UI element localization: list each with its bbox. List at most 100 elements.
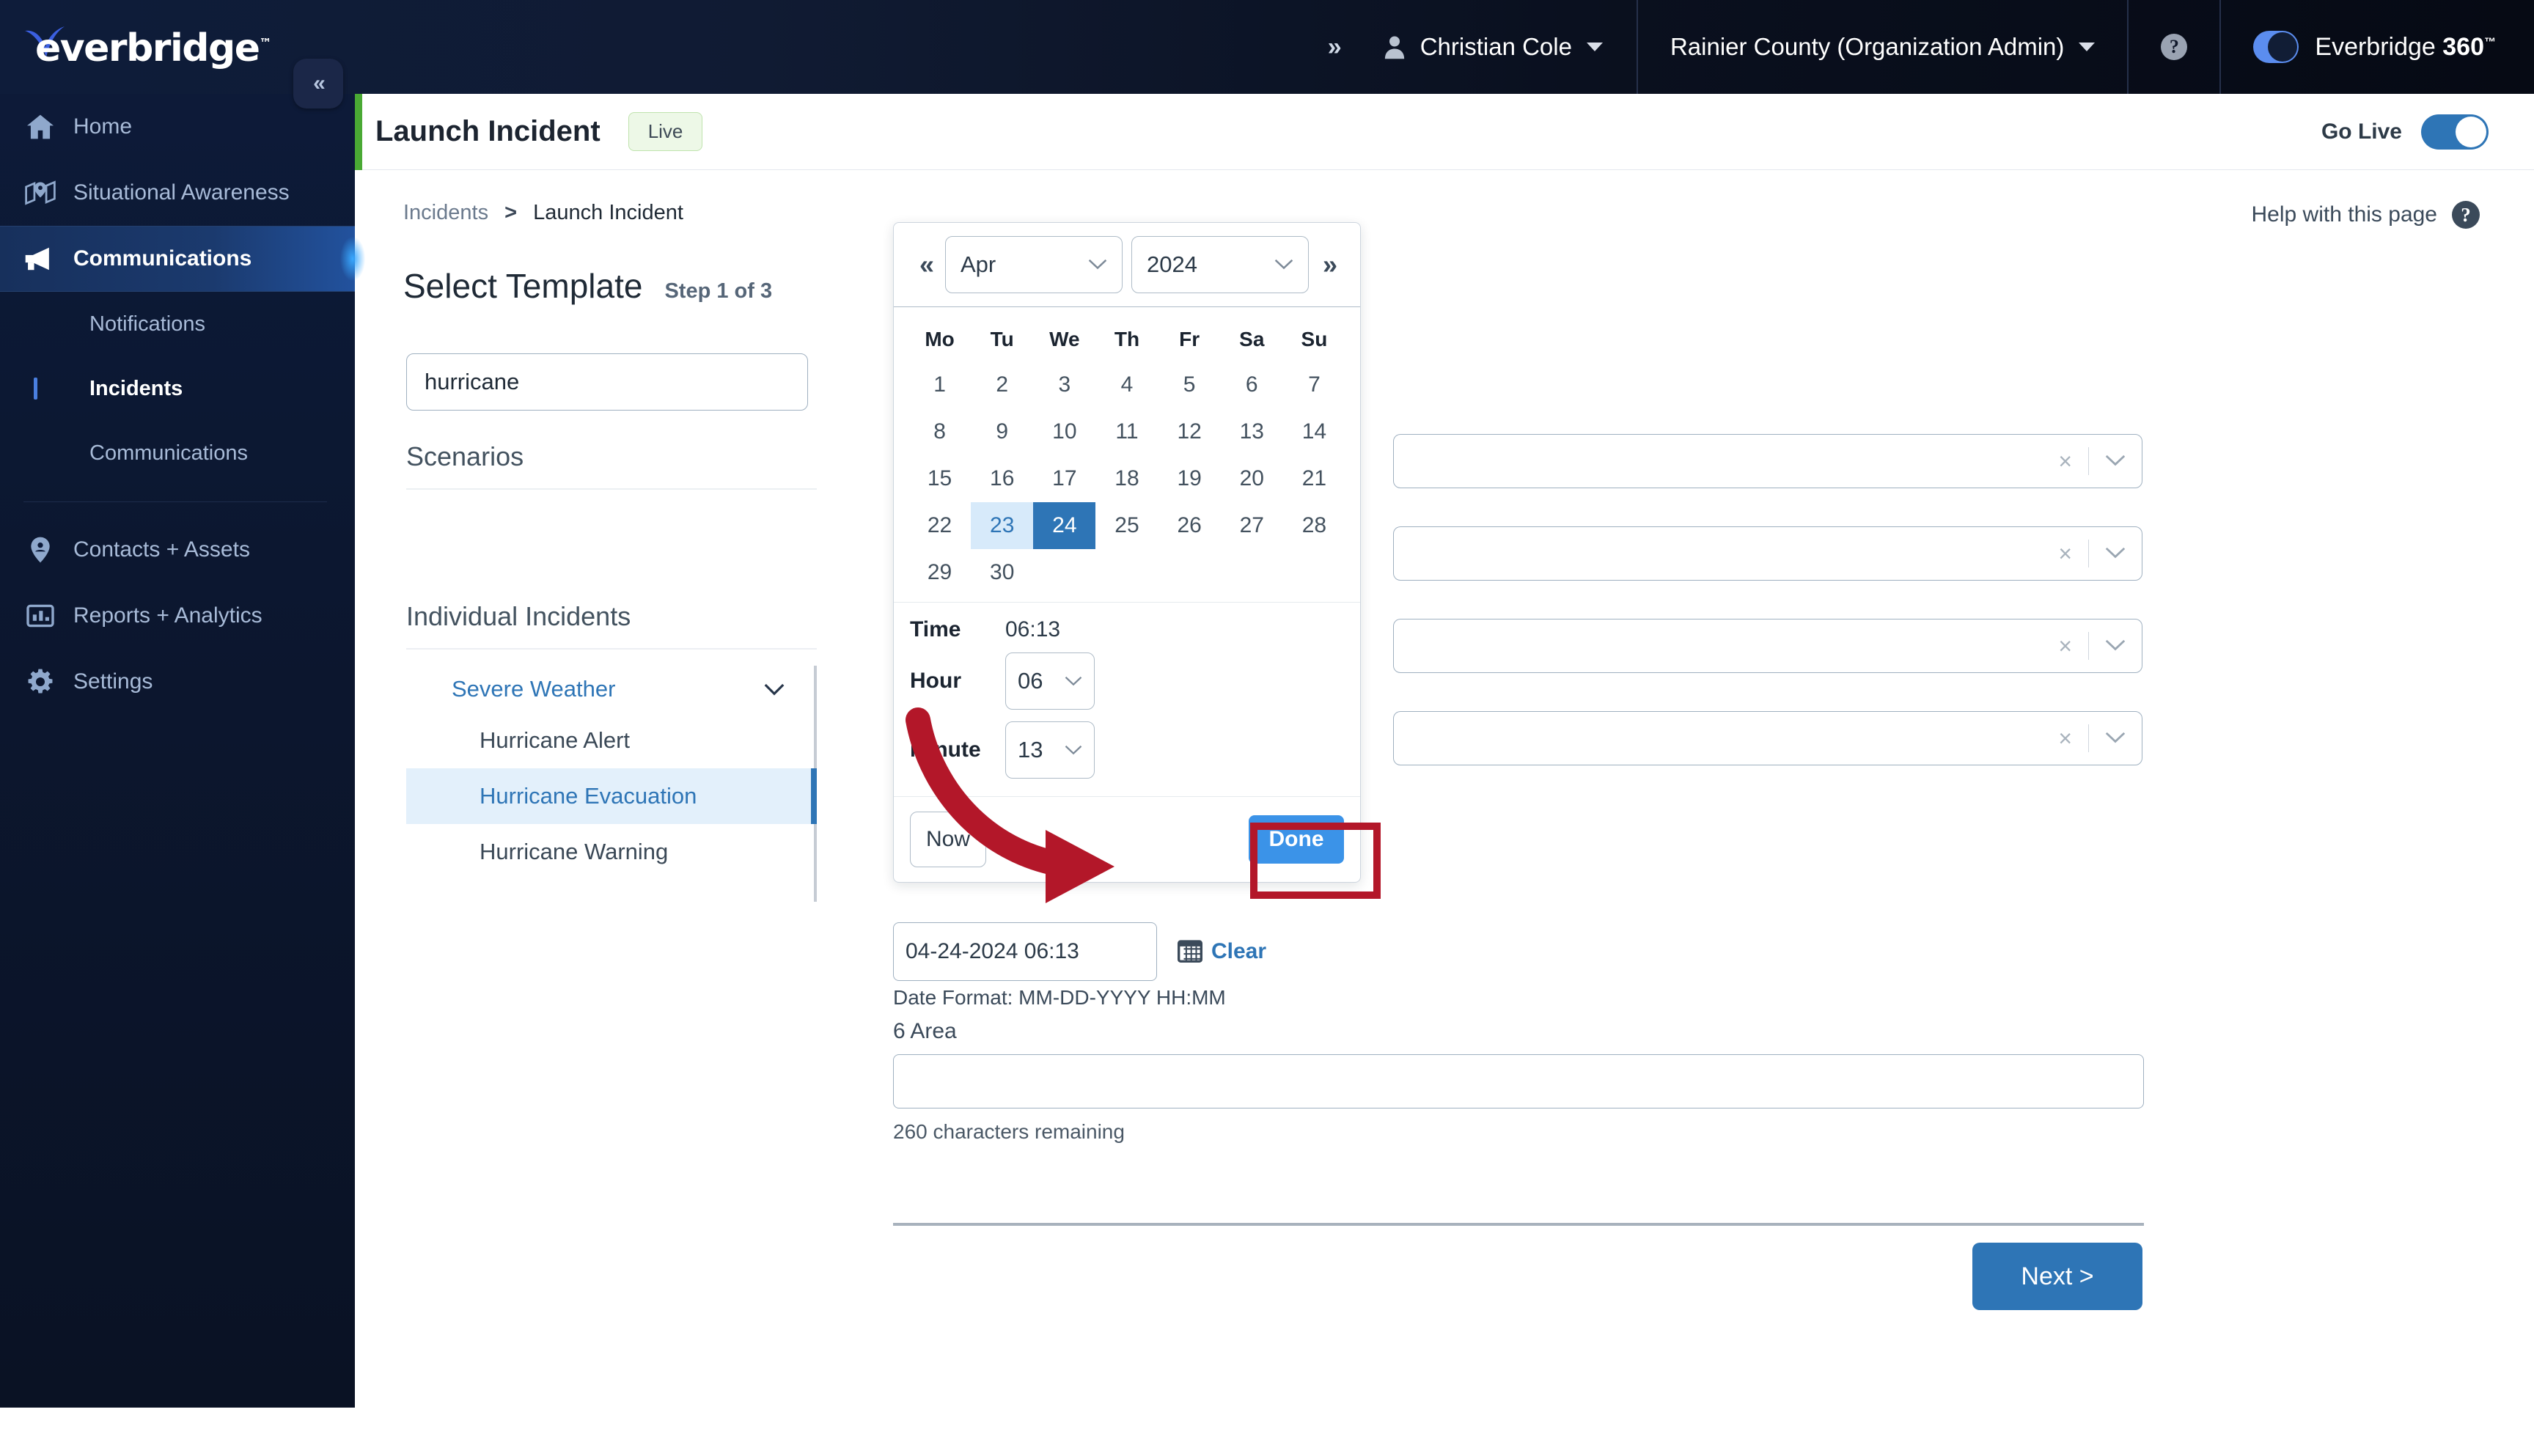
user-name: Christian Cole	[1420, 33, 1572, 60]
sidebar-item-situational-awareness[interactable]: Situational Awareness	[0, 160, 355, 226]
month-select[interactable]: Apr	[945, 236, 1123, 293]
form-select-3[interactable]: ×	[1393, 619, 2142, 673]
calendar-day[interactable]: 29	[908, 549, 971, 596]
done-button[interactable]: Done	[1249, 815, 1344, 864]
everbridge-360-toggle[interactable]: Everbridge 360™	[2221, 31, 2534, 63]
calendar-day[interactable]: 1	[908, 361, 971, 408]
calendar-day[interactable]: 25	[1095, 502, 1158, 549]
next-button[interactable]: Next >	[1972, 1243, 2142, 1310]
scenarios-heading: Scenarios	[406, 441, 524, 471]
close-x-icon[interactable]: ×	[2058, 542, 2072, 565]
datetime-input[interactable]	[893, 922, 1157, 981]
template-panel: Scenarios Individual Incidents Severe We…	[406, 353, 817, 902]
minute-select[interactable]: 13	[1005, 721, 1095, 779]
sidebar-item-notifications[interactable]: Notifications	[0, 292, 355, 356]
calendar-day[interactable]: 18	[1095, 455, 1158, 502]
sidebar-item-label: Settings	[73, 669, 153, 694]
weekday-header: Su	[1301, 328, 1328, 350]
calendar-day[interactable]: 3	[1033, 361, 1095, 408]
calendar-week-row: 15 16 17 18 19 20 21	[908, 455, 1345, 502]
calendar-day[interactable]: 27	[1221, 502, 1283, 549]
calendar-day[interactable]: 19	[1158, 455, 1221, 502]
template-search-input[interactable]	[406, 353, 808, 411]
year-value: 2024	[1147, 251, 1197, 277]
form-select-2[interactable]: ×	[1393, 526, 2142, 581]
sidebar-item-communications[interactable]: Communications	[0, 226, 355, 292]
time-label: Time	[910, 617, 961, 641]
form-select-4[interactable]: ×	[1393, 711, 2142, 765]
calendar-day[interactable]: 15	[908, 455, 971, 502]
calendar-day-selected[interactable]: 24	[1033, 502, 1096, 549]
calendar-day[interactable]: 5	[1158, 361, 1221, 408]
section-title: Select Template	[403, 267, 643, 305]
calendar-day-today[interactable]: 23	[971, 502, 1034, 549]
divider	[2088, 540, 2089, 567]
calendar-day[interactable]: 9	[971, 408, 1033, 455]
breadcrumb-incidents[interactable]: Incidents	[403, 201, 488, 224]
list-item[interactable]: Hurricane Warning	[406, 824, 817, 880]
calendar-day[interactable]: 22	[908, 502, 971, 549]
calendar-day[interactable]: 4	[1095, 361, 1158, 408]
toggle-on-icon	[2421, 114, 2489, 150]
user-menu[interactable]: Christian Cole	[1384, 33, 1637, 61]
chevron-double-left-icon[interactable]: «	[910, 249, 941, 280]
calendar-day[interactable]: 2	[971, 361, 1033, 408]
calendar-day[interactable]: 10	[1033, 408, 1095, 455]
calendar-day[interactable]: 14	[1283, 408, 1345, 455]
close-x-icon[interactable]: ×	[2058, 449, 2072, 473]
sidebar-item-incidents[interactable]: Incidents	[0, 356, 355, 421]
product-label-bold: 360	[2442, 32, 2484, 61]
clear-datetime-button[interactable]: Clear	[1178, 938, 1266, 966]
datetime-picker-popup: « Apr 2024 » Mo Tu We Th Fr Sa Su 1 2 3 …	[893, 222, 1361, 883]
org-selector[interactable]: Rainier County (Organization Admin)	[1638, 33, 2127, 61]
help-with-this-page-link[interactable]: Help with this page ?	[2252, 201, 2480, 229]
weekday-header: Fr	[1179, 328, 1200, 350]
template-group-severe-weather[interactable]: Severe Weather	[406, 666, 817, 713]
year-select[interactable]: 2024	[1131, 236, 1309, 293]
calendar-day[interactable]: 26	[1158, 502, 1221, 549]
divider	[893, 1223, 2144, 1226]
logo-wordmark: everbridge	[35, 26, 260, 70]
sidebar-item-reports-analytics[interactable]: Reports + Analytics	[0, 583, 355, 649]
close-x-icon[interactable]: ×	[2058, 727, 2072, 750]
close-x-icon[interactable]: ×	[2058, 634, 2072, 658]
everbridge-logo[interactable]: everbridge™	[23, 15, 271, 67]
top-bar: everbridge™ » Christian Cole Rainier Cou…	[0, 0, 2534, 94]
calendar-day[interactable]: 12	[1158, 408, 1221, 455]
area-input[interactable]	[893, 1054, 2144, 1108]
sidebar-subitem-label: Notifications	[89, 312, 205, 336]
form-select-1[interactable]: ×	[1393, 434, 2142, 488]
calendar-day[interactable]: 28	[1283, 502, 1345, 549]
sidebar-item-contacts-assets[interactable]: Contacts + Assets	[0, 517, 355, 583]
sidebar-item-settings[interactable]: Settings	[0, 649, 355, 715]
calendar-day[interactable]: 21	[1283, 455, 1345, 502]
calendar-day[interactable]: 17	[1033, 455, 1095, 502]
help-button[interactable]: ?	[2129, 34, 2219, 60]
calendar-day[interactable]: 20	[1221, 455, 1283, 502]
calendar-day[interactable]: 30	[971, 549, 1033, 596]
section-header: Select Template Step 1 of 3	[403, 266, 2534, 306]
sidebar-collapse-button[interactable]: «	[293, 59, 343, 109]
calendar-day[interactable]: 7	[1283, 361, 1345, 408]
calendar-day[interactable]: 13	[1221, 408, 1283, 455]
list-item[interactable]: Hurricane Evacuation	[406, 768, 817, 824]
hour-label: Hour	[910, 669, 961, 693]
chevron-double-right-icon[interactable]: »	[1328, 33, 1342, 62]
chevron-down-icon	[2105, 729, 2126, 747]
hour-select[interactable]: 06	[1005, 652, 1095, 710]
calendar-day	[1221, 549, 1283, 596]
calendar-day[interactable]: 16	[971, 455, 1033, 502]
sidebar-item-communications-sub[interactable]: Communications	[0, 421, 355, 485]
calendar-day[interactable]: 6	[1221, 361, 1283, 408]
now-button[interactable]: Now	[910, 812, 986, 867]
calendar-day[interactable]: 11	[1095, 408, 1158, 455]
go-live-toggle[interactable]: Go Live	[2321, 114, 2489, 150]
home-icon	[23, 114, 57, 140]
calendar-day[interactable]: 8	[908, 408, 971, 455]
contact-pin-icon	[23, 536, 57, 564]
product-label: Everbridge	[2315, 32, 2443, 61]
chevron-double-right-icon[interactable]: »	[1313, 249, 1344, 280]
minute-label: Minute	[910, 738, 981, 762]
divider	[406, 648, 817, 650]
list-item[interactable]: Hurricane Alert	[406, 713, 817, 768]
